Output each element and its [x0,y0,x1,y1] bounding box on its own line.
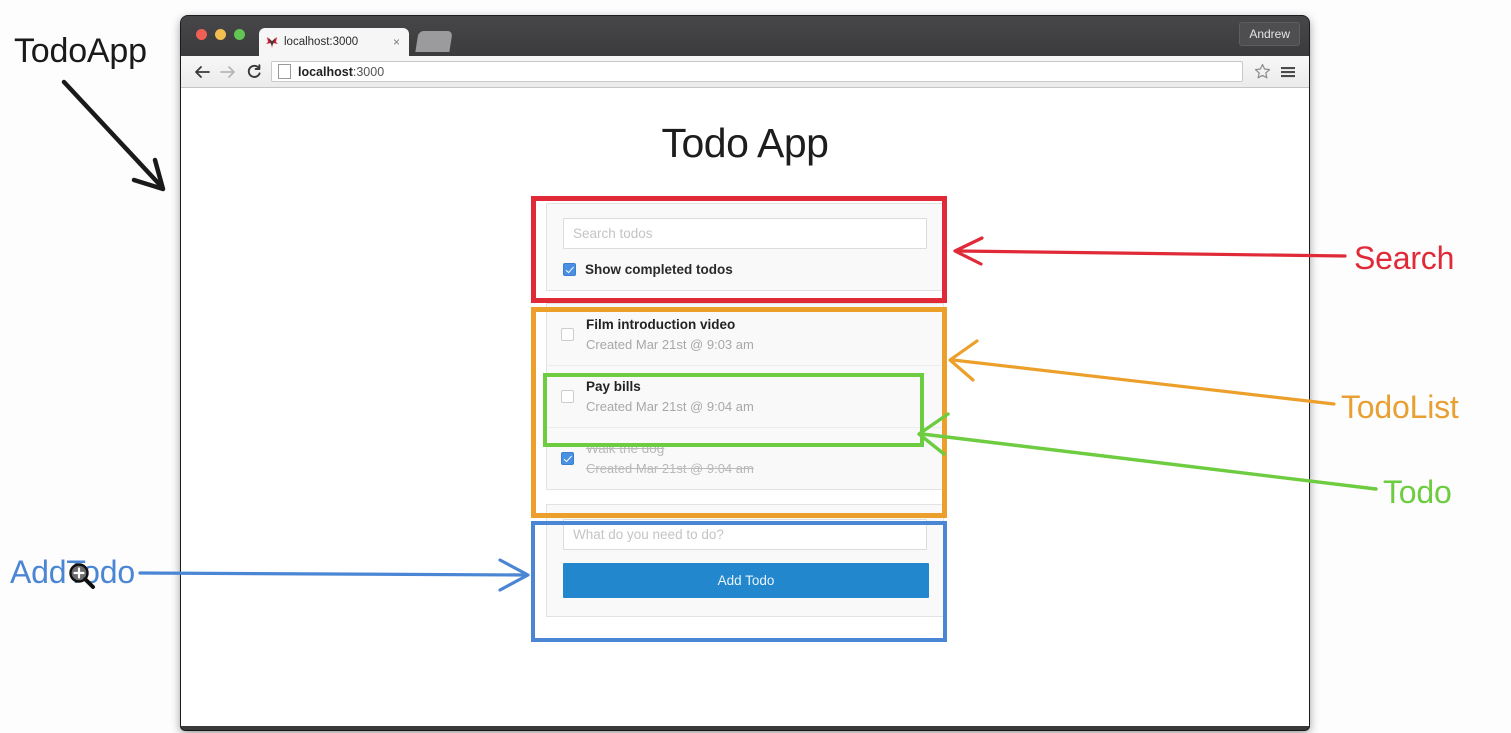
todo-date: Created Mar 21st @ 9:04 am [586,460,754,476]
todo-title: Walk the dog [586,441,665,457]
new-todo-input[interactable]: What do you need to do? [563,519,927,551]
back-arrow-icon [195,65,210,78]
todo-item[interactable]: Pay bills Created Mar 21st @ 9:04 am [547,365,943,428]
url-host: localhost [298,64,353,79]
show-completed-row[interactable]: Show completed todos [563,262,927,277]
hamburger-menu-icon [1281,66,1295,77]
todo-item[interactable]: Film introduction video Created Mar 21st… [547,304,943,366]
browser-tab-title: localhost:3000 [284,36,359,48]
browser-window: localhost:3000 × Andrew localhost:3000 T… [181,16,1309,730]
reload-icon [247,63,261,78]
todo-date: Created Mar 21st @ 9:04 am [586,398,754,414]
window-traffic-lights [196,29,245,40]
show-completed-label: Show completed todos [585,262,733,277]
browser-title-bar: localhost:3000 × Andrew [181,16,1309,56]
browser-menu-button[interactable] [1275,59,1301,85]
show-completed-checkbox[interactable] [563,263,576,276]
forward-button[interactable] [215,59,241,85]
todo-date: Created Mar 21st @ 9:03 am [586,336,754,352]
address-bar-url: localhost:3000 [298,65,384,79]
page-title: Todo App [661,120,830,166]
annotation-label-todo: Todo [1383,474,1452,510]
close-window-icon[interactable] [196,29,207,40]
add-todo-button[interactable]: Add Todo [563,563,929,599]
annotation-label-todoapp: TodoApp [14,32,147,70]
address-bar[interactable]: localhost:3000 [271,61,1243,82]
annotation-label-todolist: TodoList [1341,389,1459,425]
todo-checkbox[interactable] [561,452,574,466]
browser-nav-bar: localhost:3000 [181,56,1309,88]
browser-tab-localhost[interactable]: localhost:3000 × [259,28,409,56]
todo-text: Pay bills Created Mar 21st @ 9:04 am [586,377,754,416]
profile-label: Andrew [1249,27,1290,41]
search-component: Search todos Show completed todos [546,203,944,291]
todo-text: Walk the dog Created Mar 21st @ 9:04 am [586,439,754,478]
todo-checkbox[interactable] [561,328,574,342]
add-todo-component: What do you need to do? Add Todo [546,504,944,618]
profile-button[interactable]: Andrew [1239,22,1300,46]
reload-button[interactable] [241,59,267,85]
minimize-window-icon[interactable] [215,29,226,40]
close-tab-icon[interactable]: × [390,36,403,48]
todo-text: Film introduction video Created Mar 21st… [586,315,754,354]
todo-item[interactable]: Walk the dog Created Mar 21st @ 9:04 am [547,427,943,490]
search-input[interactable]: Search todos [563,218,927,249]
todo-title: Film introduction video [586,317,736,332]
arrow-todoapp [61,79,166,192]
annotation-label-search: Search [1354,240,1455,276]
page-document-icon [278,64,291,79]
maximize-window-icon[interactable] [234,29,245,40]
todo-app-container: Search todos Show completed todos Film i… [546,203,944,618]
zoom-in-cursor-icon [69,563,95,589]
todo-title: Pay bills [586,379,641,395]
todo-checkbox[interactable] [561,390,574,404]
forward-arrow-icon [220,65,235,78]
todo-list-component: Film introduction video Created Mar 21st… [546,303,944,491]
back-button[interactable] [189,59,215,85]
page-viewport: Todo App Search todos Show completed tod… [181,88,1309,726]
star-icon [1254,63,1270,79]
bookmark-button[interactable] [1249,59,1275,85]
url-port: :3000 [352,64,385,79]
new-tab-button[interactable] [415,31,453,52]
favicon-icon [266,37,278,48]
